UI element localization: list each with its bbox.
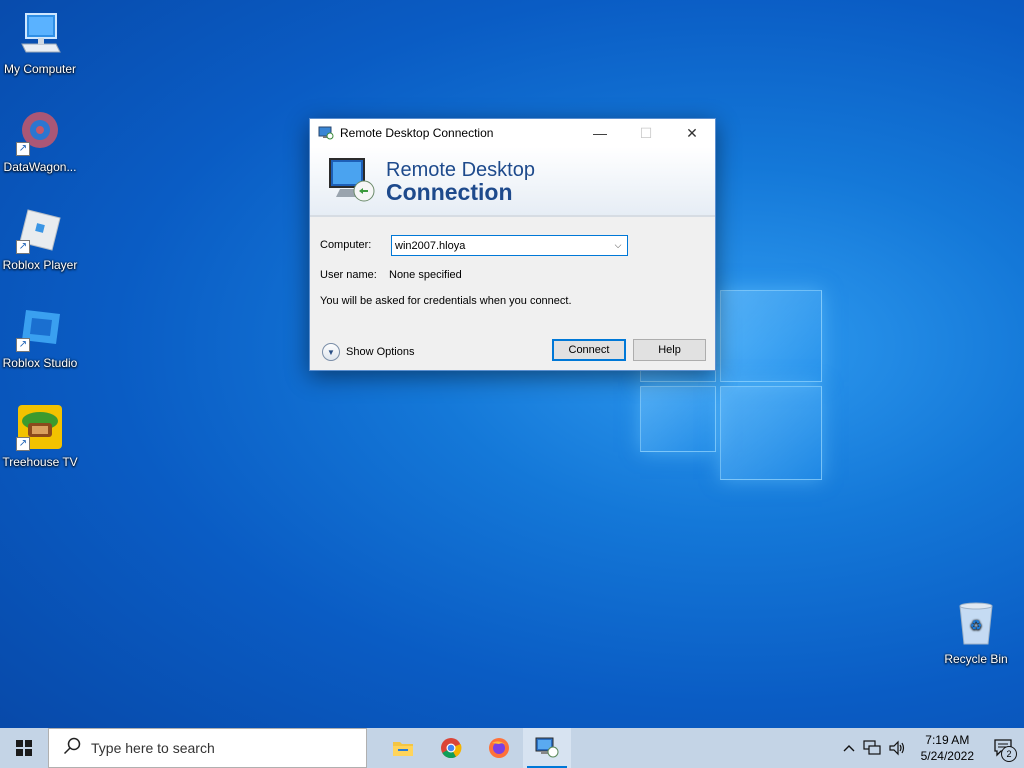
desktop-icon-roblox-studio[interactable]: ↗ Roblox Studio	[0, 304, 80, 370]
system-tray: 7:19 AM 5/24/2022 2	[839, 728, 1024, 768]
dialog-titlebar[interactable]: Remote Desktop Connection — ☐ ✕	[310, 119, 715, 147]
taskbar-file-explorer[interactable]	[379, 728, 427, 768]
close-button[interactable]: ✕	[669, 119, 715, 147]
action-center-button[interactable]: 2	[984, 728, 1024, 768]
shortcut-arrow-icon: ↗	[16, 142, 30, 156]
logo-pane-br	[720, 386, 822, 480]
desktop-icon-roblox-player[interactable]: ↗ Roblox Player	[0, 206, 80, 272]
computer-combobox[interactable]: win2007.hloya ⌵	[391, 235, 628, 256]
remote-desktop-small-icon	[318, 126, 334, 140]
start-button[interactable]	[0, 728, 48, 768]
search-icon	[63, 737, 81, 760]
computer-label: Computer:	[320, 239, 372, 251]
clock-date: 5/24/2022	[920, 749, 974, 763]
desktop-icon-datawagon[interactable]: ↗ DataWagon...	[0, 108, 80, 174]
roblox-studio-icon: ↗	[16, 304, 64, 352]
logo-pane-tr	[720, 290, 822, 382]
taskbar-clock[interactable]: 7:19 AM 5/24/2022	[921, 732, 974, 764]
logo-pane-bl	[640, 386, 716, 452]
svg-text:♻: ♻	[970, 617, 983, 633]
recycle-bin-icon: ♻	[952, 600, 1000, 648]
desktop-icon-recycle-bin[interactable]: ♻ Recycle Bin	[936, 600, 1016, 666]
remote-desktop-monitor-icon	[326, 155, 378, 207]
datawagon-icon: ↗	[16, 108, 64, 156]
chrome-icon	[441, 738, 462, 759]
minimize-button[interactable]: —	[577, 119, 623, 147]
taskbar-chrome[interactable]	[427, 728, 475, 768]
remote-desktop-dialog: Remote Desktop Connection — ☐ ✕ Remote D…	[309, 118, 716, 371]
volume-icon[interactable]	[889, 740, 907, 756]
desktop-icon-label: DataWagon...	[3, 160, 77, 174]
desktop-icon-label: Roblox Studio	[2, 356, 78, 370]
taskbar-remote-desktop[interactable]	[523, 728, 571, 768]
username-value: None specified	[389, 269, 462, 281]
treehouse-tv-icon: ↗	[16, 403, 64, 451]
show-options-label: Show Options	[346, 346, 415, 358]
desktop-icon-label: Roblox Player	[2, 258, 78, 272]
taskbar: Type here to search 7:19 AM 5/24/2022 2	[0, 728, 1024, 768]
computer-icon	[16, 10, 64, 58]
banner-title-line2: Connection	[386, 179, 513, 205]
dialog-title: Remote Desktop Connection	[340, 126, 494, 140]
taskbar-search-box[interactable]: Type here to search	[48, 728, 367, 768]
search-placeholder: Type here to search	[91, 740, 215, 756]
network-icon[interactable]	[863, 740, 881, 756]
roblox-player-icon: ↗	[16, 206, 64, 254]
shortcut-arrow-icon: ↗	[16, 338, 30, 352]
notification-count-badge: 2	[1001, 746, 1017, 762]
desktop-icon-label: Recycle Bin	[944, 652, 1008, 666]
clock-time: 7:19 AM	[925, 733, 970, 747]
remote-desktop-taskbar-icon	[535, 737, 559, 758]
folder-icon	[393, 742, 413, 756]
shortcut-arrow-icon: ↗	[16, 437, 30, 451]
windows-start-icon	[16, 740, 32, 756]
chevron-down-icon[interactable]: ⌵	[609, 240, 627, 251]
desktop-icon-label: Treehouse TV	[2, 455, 78, 469]
help-button[interactable]: Help	[633, 339, 706, 361]
taskbar-firefox[interactable]	[475, 728, 523, 768]
show-options-toggle[interactable]: ▼ Show Options	[322, 343, 414, 361]
connect-button[interactable]: Connect	[552, 339, 626, 361]
expand-down-icon: ▼	[322, 343, 340, 361]
desktop-icon-treehouse-tv[interactable]: ↗ Treehouse TV	[0, 403, 80, 469]
username-label: User name:	[320, 269, 377, 281]
show-hidden-icons-chevron-up-icon[interactable]	[843, 744, 855, 752]
banner-title-line1: Remote Desktop	[386, 159, 535, 181]
credentials-info-text: You will be asked for credentials when y…	[320, 295, 572, 307]
dialog-banner: Remote Desktop Connection	[310, 147, 715, 217]
computer-input[interactable]: win2007.hloya	[392, 240, 609, 252]
shortcut-arrow-icon: ↗	[16, 240, 30, 254]
desktop-icon-label: My Computer	[3, 62, 77, 76]
desktop-icon-my-computer[interactable]: My Computer	[0, 10, 80, 76]
maximize-button: ☐	[639, 124, 653, 141]
firefox-icon	[489, 738, 509, 758]
